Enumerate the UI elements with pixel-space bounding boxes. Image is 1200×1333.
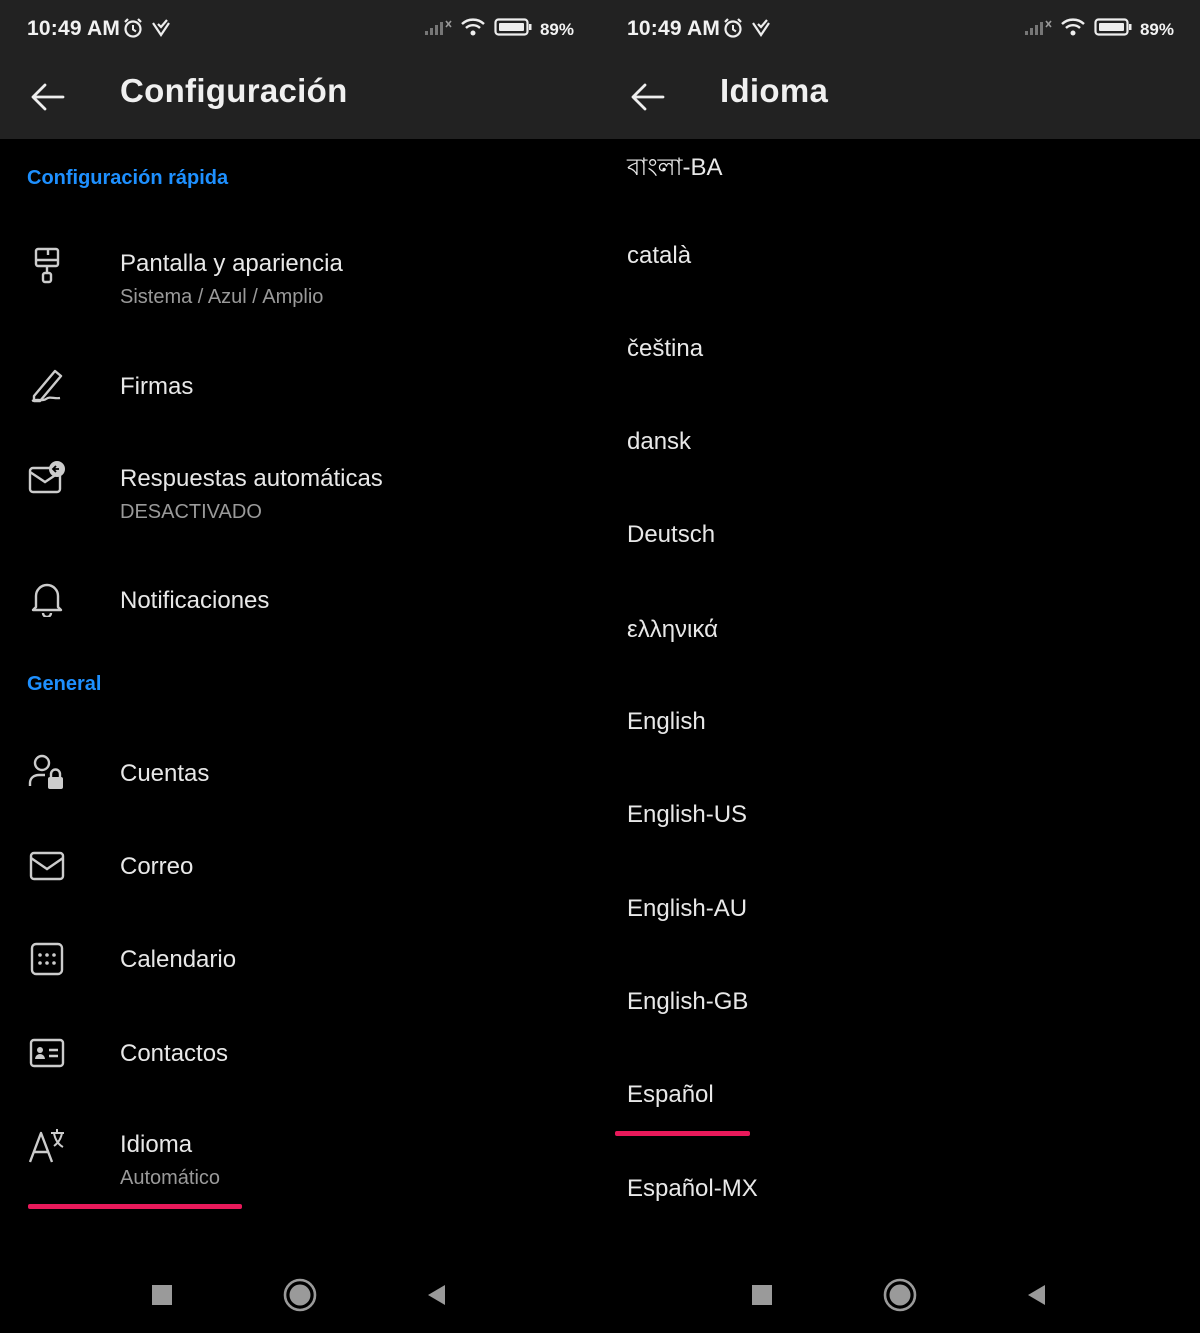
auto-reply-mail-icon bbox=[26, 457, 68, 499]
language-label: Deutsch bbox=[627, 521, 716, 548]
language-option[interactable]: čeština bbox=[600, 325, 1200, 418]
mail-icon bbox=[26, 845, 68, 887]
account-lock-icon bbox=[26, 752, 68, 794]
settings-item-title: Notificaciones bbox=[120, 587, 270, 614]
settings-item-contacts[interactable]: Contactos bbox=[0, 1010, 600, 1098]
alarm-icon bbox=[722, 17, 744, 44]
system-nav-bar bbox=[0, 1255, 600, 1333]
wifi-icon bbox=[460, 17, 486, 42]
language-option[interactable]: Deutsch bbox=[600, 511, 1200, 604]
status-time: 10:49 AM bbox=[627, 17, 721, 40]
language-option[interactable]: বাংলা-BA bbox=[600, 139, 1200, 232]
language-label: català bbox=[627, 242, 692, 269]
app-bar: Idioma bbox=[600, 58, 1200, 139]
section-header-general: General bbox=[27, 673, 102, 695]
settings-item-title: Calendario bbox=[120, 946, 237, 973]
language-label: Español bbox=[627, 1081, 714, 1108]
system-nav-bar bbox=[600, 1255, 1200, 1333]
language-label: čeština bbox=[627, 335, 704, 362]
language-label: English-US bbox=[627, 801, 748, 828]
settings-item-subtitle: Sistema / Azul / Amplio bbox=[120, 286, 324, 308]
language-option[interactable]: català bbox=[600, 232, 1200, 325]
settings-item-accounts[interactable]: Cuentas bbox=[0, 730, 600, 818]
language-option-selected[interactable]: Español bbox=[600, 1071, 1200, 1164]
language-option[interactable]: English bbox=[600, 698, 1200, 791]
settings-item-calendar[interactable]: Calendario bbox=[0, 916, 600, 1004]
signature-pen-icon bbox=[26, 364, 68, 406]
language-label: ελληνικά bbox=[627, 616, 718, 643]
settings-item-title: Firmas bbox=[120, 373, 194, 400]
contact-card-icon bbox=[26, 1032, 68, 1074]
status-bar: 10:49 AM 89% bbox=[0, 0, 600, 58]
language-label: dansk bbox=[627, 428, 692, 455]
wifi-icon bbox=[1060, 17, 1086, 42]
battery-icon bbox=[1094, 17, 1132, 42]
battery-percent: 89% bbox=[1139, 19, 1174, 39]
back-triangle-icon[interactable] bbox=[1016, 1275, 1056, 1315]
notification-check-icon bbox=[750, 17, 772, 44]
section-header-quick-settings: Configuración rápida bbox=[27, 167, 229, 189]
settings-item-title: Idioma bbox=[120, 1131, 193, 1158]
page-title: Idioma bbox=[720, 72, 829, 109]
status-bar: 10:49 AM 89% bbox=[600, 0, 1200, 58]
recent-apps-square-icon[interactable] bbox=[142, 1275, 182, 1315]
settings-item-mail[interactable]: Correo bbox=[0, 823, 600, 911]
settings-screen: 10:49 AM 89% Configuración Configuración… bbox=[0, 0, 600, 1333]
recent-apps-square-icon[interactable] bbox=[742, 1275, 782, 1315]
highlight-underline-espanol bbox=[615, 1131, 750, 1136]
settings-item-subtitle: Automático bbox=[120, 1167, 221, 1189]
settings-item-display[interactable]: Pantalla y apariencia Sistema / Azul / A… bbox=[0, 230, 600, 330]
language-label: Español-MX bbox=[627, 1175, 758, 1202]
language-option[interactable]: English-US bbox=[600, 791, 1200, 884]
highlight-underline-language bbox=[28, 1204, 242, 1209]
paint-roller-icon bbox=[26, 244, 68, 286]
page-title: Configuración bbox=[120, 72, 348, 109]
settings-item-auto-replies[interactable]: Respuestas automáticas DESACTIVADO bbox=[0, 445, 600, 545]
language-option[interactable]: dansk bbox=[600, 418, 1200, 511]
app-bar: Configuración bbox=[0, 58, 600, 139]
alarm-icon bbox=[122, 17, 144, 44]
status-time: 10:49 AM bbox=[27, 17, 121, 40]
language-label: বাংলা-BA bbox=[627, 154, 723, 181]
home-circle-icon[interactable] bbox=[880, 1275, 920, 1315]
notification-check-icon bbox=[150, 17, 172, 44]
bell-icon bbox=[26, 577, 68, 619]
back-arrow-icon[interactable] bbox=[24, 74, 70, 120]
language-screen: 10:49 AM 89% Idioma বাংলা-BA català češt… bbox=[600, 0, 1200, 1333]
settings-item-title: Pantalla y apariencia bbox=[120, 250, 343, 277]
back-triangle-icon[interactable] bbox=[416, 1275, 456, 1315]
language-option[interactable]: Español-MX bbox=[600, 1164, 1200, 1257]
battery-percent: 89% bbox=[539, 19, 574, 39]
language-label: English-AU bbox=[627, 895, 748, 922]
settings-item-title: Correo bbox=[120, 853, 194, 880]
settings-item-title: Respuestas automáticas bbox=[120, 465, 383, 492]
settings-item-subtitle: DESACTIVADO bbox=[120, 501, 262, 523]
language-option[interactable]: English-GB bbox=[600, 978, 1200, 1071]
settings-item-language[interactable]: Idioma Automático bbox=[0, 1110, 600, 1210]
language-label: English-GB bbox=[627, 988, 749, 1015]
battery-icon bbox=[494, 17, 532, 42]
back-arrow-icon[interactable] bbox=[624, 74, 670, 120]
settings-item-notifications[interactable]: Notificaciones bbox=[0, 555, 600, 645]
calendar-icon bbox=[26, 938, 68, 980]
signal-icon bbox=[1024, 17, 1052, 42]
language-option[interactable]: ελληνικά bbox=[600, 604, 1200, 697]
settings-item-title: Contactos bbox=[120, 1040, 229, 1067]
language-label: English bbox=[627, 708, 706, 735]
language-option[interactable]: English-AU bbox=[600, 884, 1200, 977]
settings-item-title: Cuentas bbox=[120, 760, 210, 787]
home-circle-icon[interactable] bbox=[280, 1275, 320, 1315]
language-icon bbox=[26, 1124, 68, 1166]
signal-icon bbox=[424, 17, 452, 42]
settings-item-signatures[interactable]: Firmas bbox=[0, 340, 600, 430]
